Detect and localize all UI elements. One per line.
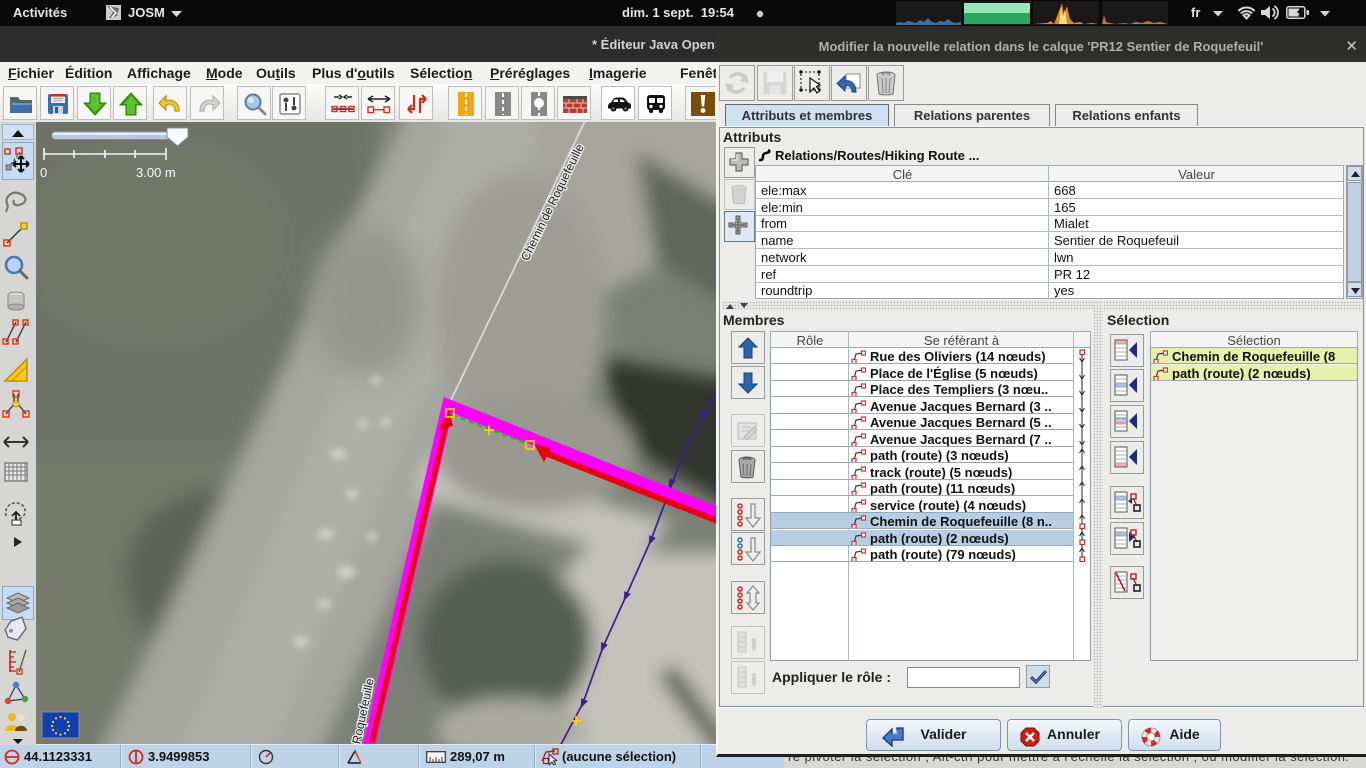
svg-text:0: 0 xyxy=(40,165,47,180)
svg-text:3.00 m: 3.00 m xyxy=(136,165,176,180)
